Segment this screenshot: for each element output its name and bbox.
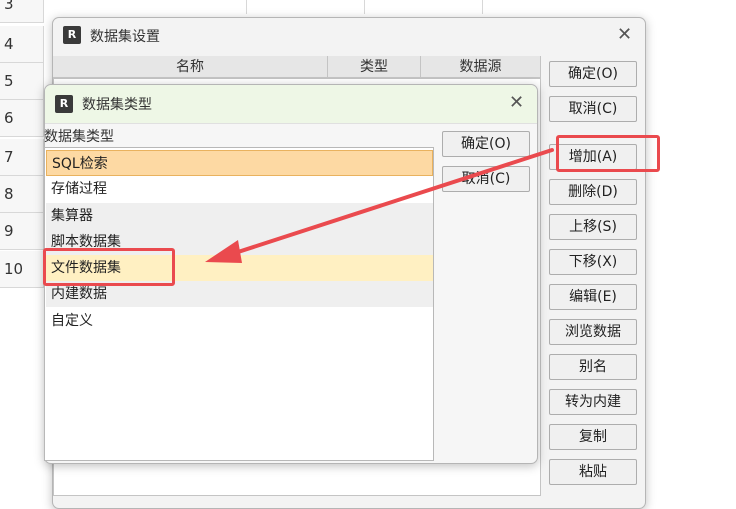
highlight-box-file-dataset bbox=[43, 248, 175, 286]
app-icon: R bbox=[63, 26, 81, 44]
row-header[interactable]: 5 bbox=[0, 63, 44, 100]
delete-button[interactable]: 删除(D) bbox=[549, 179, 637, 205]
close-icon[interactable]: ✕ bbox=[617, 24, 632, 45]
app-icon: R bbox=[55, 95, 73, 113]
row-header[interactable]: 10 bbox=[0, 251, 44, 288]
alias-button[interactable]: 别名 bbox=[549, 354, 637, 380]
paste-button[interactable]: 粘贴 bbox=[549, 459, 637, 485]
dialog-title: 数据集类型 bbox=[82, 97, 152, 113]
list-item-custom[interactable]: 自定义 bbox=[46, 308, 433, 334]
grid-line bbox=[246, 0, 247, 14]
list-item-sql[interactable]: SQL检索 bbox=[46, 150, 433, 176]
close-icon[interactable]: ✕ bbox=[509, 92, 524, 113]
column-header-type[interactable]: 类型 bbox=[328, 56, 421, 78]
browse-data-button[interactable]: 浏览数据 bbox=[549, 319, 637, 345]
dialog-titlebar: R 数据集设置 ✕ bbox=[53, 18, 645, 54]
row-header[interactable]: 6 bbox=[0, 100, 44, 137]
row-header[interactable]: 7 bbox=[0, 139, 44, 176]
highlight-box-add bbox=[556, 135, 660, 172]
row-header[interactable]: 3 bbox=[0, 0, 44, 23]
column-header-datasource[interactable]: 数据源 bbox=[421, 56, 541, 78]
grid-line bbox=[364, 0, 365, 14]
dataset-type-list[interactable]: SQL检索 存储过程 集算器 脚本数据集 文件数据集 内建数据 自定义 bbox=[44, 147, 434, 461]
list-item-calculator[interactable]: 集算器 bbox=[46, 203, 433, 229]
cancel-button[interactable]: 取消(C) bbox=[549, 96, 637, 122]
ok-button[interactable]: 确定(O) bbox=[549, 61, 637, 87]
type-cancel-button[interactable]: 取消(C) bbox=[442, 166, 530, 192]
dialog-titlebar: R 数据集类型 ✕ bbox=[45, 85, 537, 124]
grid-line bbox=[482, 0, 483, 14]
move-down-button[interactable]: 下移(X) bbox=[549, 249, 637, 275]
row-header[interactable]: 8 bbox=[0, 176, 44, 213]
row-header[interactable]: 9 bbox=[0, 213, 44, 250]
edit-button[interactable]: 编辑(E) bbox=[549, 284, 637, 310]
type-ok-button[interactable]: 确定(O) bbox=[442, 131, 530, 157]
row-header[interactable]: 4 bbox=[0, 26, 44, 63]
move-up-button[interactable]: 上移(S) bbox=[549, 214, 637, 240]
list-item-stored-procedure[interactable]: 存储过程 bbox=[46, 176, 433, 202]
convert-builtin-button[interactable]: 转为内建 bbox=[549, 389, 637, 415]
copy-button[interactable]: 复制 bbox=[549, 424, 637, 450]
dialog-title: 数据集设置 bbox=[90, 29, 160, 45]
column-header-name[interactable]: 名称 bbox=[53, 56, 328, 78]
list-label: 数据集类型 bbox=[44, 129, 114, 145]
